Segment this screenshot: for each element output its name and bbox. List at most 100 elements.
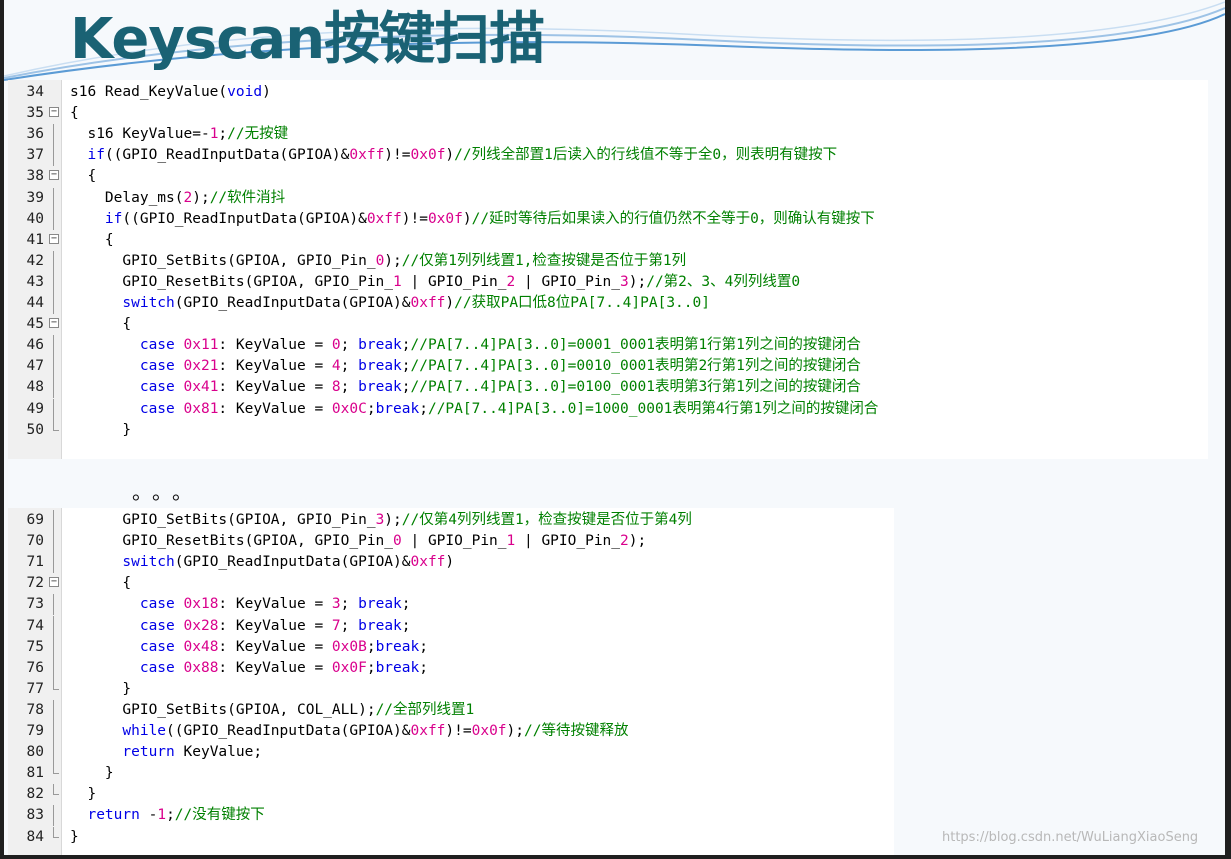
code-token: : KeyValue = <box>218 659 332 676</box>
fold-end-marker <box>53 419 59 431</box>
line-number: 36 <box>26 126 44 143</box>
line-number: 75 <box>26 638 44 655</box>
fold-guide <box>53 377 54 399</box>
fold-guide <box>53 145 54 167</box>
code-text: GPIO_SetBits(GPIOA, GPIO_Pin_3);//仅第4列列线… <box>70 510 692 531</box>
code-token: ; <box>340 617 359 634</box>
code-text: s16 Read_KeyValue(void) <box>70 82 271 103</box>
code-token: GPIO_ResetBits(GPIOA, GPIO_Pin_ <box>122 533 394 550</box>
fold-toggle-icon[interactable]: − <box>49 233 59 244</box>
fold-guide <box>53 805 54 827</box>
code-number: 3 <box>620 273 629 290</box>
code-token: ((GPIO_ReadInputData(GPIOA)& <box>166 723 411 739</box>
code-comment: //仅第1列列线置1,检查按键是否位于第1列 <box>401 252 687 269</box>
fold-end-marker <box>53 763 59 775</box>
code-number: 0 <box>331 337 341 354</box>
code-token: } <box>104 765 114 782</box>
line-number: 71 <box>26 554 44 571</box>
fold-toggle-icon[interactable]: − <box>49 318 59 329</box>
line-number: 42 <box>26 252 44 269</box>
code-comment: //等待按键释放 <box>524 723 629 739</box>
code-number: 0x0f <box>427 210 463 227</box>
code-token: } <box>70 828 79 845</box>
code-number: 0x11 <box>183 337 219 354</box>
code-text: case 0x48: KeyValue = 0x0B;break; <box>70 637 428 658</box>
code-token: ; <box>340 337 359 354</box>
line-number: 77 <box>26 680 44 697</box>
line-number: 84 <box>26 828 44 845</box>
fold-guide <box>53 271 54 293</box>
code-token: s16 Read_KeyValue <box>70 84 219 100</box>
fold-toggle-icon[interactable]: − <box>49 107 59 118</box>
code-text: if((GPIO_ReadInputData(GPIOA)&0xff)!=0x0… <box>70 209 875 230</box>
code-keyword: break <box>375 400 420 417</box>
code-token: ; <box>401 379 411 396</box>
code-token: ; <box>401 596 411 613</box>
code-text: switch(GPIO_ReadInputData(GPIOA)&0xff)//… <box>70 293 710 314</box>
line-number: 43 <box>26 273 44 290</box>
code-text: } <box>70 420 131 441</box>
line-number: 48 <box>26 379 44 396</box>
code-number: 2 <box>506 273 516 290</box>
code-keyword: case <box>139 400 175 417</box>
code-token: )!= <box>384 147 411 164</box>
code-text: if((GPIO_ReadInputData(GPIOA)&0xff)!=0x0… <box>70 145 837 166</box>
code-number: 7 <box>331 617 341 634</box>
code-number: 3 <box>375 512 385 528</box>
line-number: 73 <box>26 596 44 613</box>
code-number: 0xff <box>349 147 385 164</box>
code-token: : KeyValue = <box>218 596 332 613</box>
code-comment: //软件消抖 <box>209 189 286 206</box>
code-comment: //全部列线置1 <box>375 701 475 718</box>
code-token: ); <box>506 723 524 739</box>
code-number: 0x0C <box>331 400 367 417</box>
code-number: 8 <box>331 379 341 396</box>
fold-guide <box>53 356 54 378</box>
code-text: case 0x11: KeyValue = 0; break;//PA[7..4… <box>70 335 861 356</box>
code-text: while((GPIO_ReadInputData(GPIOA)&0xff)!=… <box>70 721 628 742</box>
fold-toggle-icon[interactable]: − <box>49 577 59 588</box>
code-comment: //PA[7..4]PA[3..0]=0010_0001表明第2行第1列之间的按… <box>410 358 861 375</box>
code-text: } <box>70 784 96 805</box>
fold-guide <box>53 636 54 658</box>
fold-guide <box>53 208 54 230</box>
code-text: GPIO_SetBits(GPIOA, COL_ALL);//全部列线置1 <box>70 700 474 721</box>
code-number: 0xff <box>410 723 446 739</box>
code-number: 0x41 <box>183 379 219 396</box>
code-keyword: switch <box>122 295 175 311</box>
line-number: 44 <box>26 295 44 311</box>
fold-toggle-icon[interactable]: − <box>49 170 59 181</box>
code-token: ; <box>366 659 376 676</box>
line-number: 35 <box>26 105 44 122</box>
code-text: } <box>70 679 131 700</box>
code-token: ) <box>445 295 455 311</box>
code-text: switch(GPIO_ReadInputData(GPIOA)&0xff) <box>70 552 454 573</box>
fold-end-marker <box>53 826 59 838</box>
code-keyword: break <box>358 596 402 613</box>
line-number: 46 <box>26 337 44 354</box>
line-number: 79 <box>26 723 44 739</box>
fold-guide <box>53 699 54 721</box>
watermark: https://blog.csdn.net/WuLiangXiaoSeng <box>942 830 1199 845</box>
code-keyword: case <box>139 638 175 655</box>
code-number: 0x0F <box>331 659 367 676</box>
code-keyword: while <box>122 723 167 739</box>
line-number: 40 <box>26 210 44 227</box>
code-keyword: break <box>375 659 420 676</box>
